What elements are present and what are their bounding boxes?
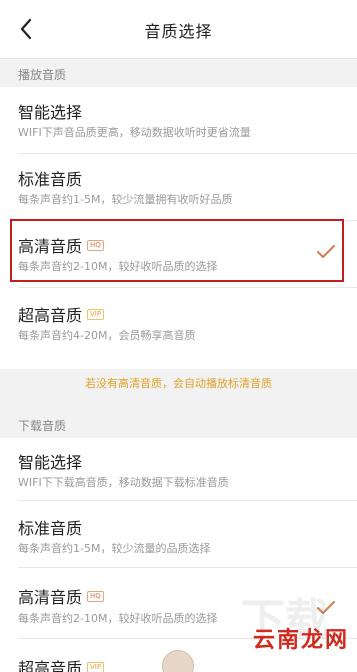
quality-settings-page: 音质选择 播放音质 智能选择 WIFI下声音品质更高，移动数据收听时更省流量 标…: [0, 0, 357, 672]
option-subtitle: 每条声音约1-5M，较少流量的品质选择: [18, 542, 211, 555]
hq-badge: HQ: [87, 590, 104, 602]
option-title-text: 高清音质: [18, 588, 83, 607]
page-title: 音质选择: [144, 22, 213, 41]
download-option-smart[interactable]: 智能选择 WIFI下下载高音质，移动数据下载标准音质: [0, 438, 357, 500]
option-subtitle: 每条声音约4-20M，会员畅享高音质: [18, 329, 196, 342]
download-option-standard[interactable]: 标准音质 每条声音约1-5M，较少流量的品质选择: [0, 501, 357, 563]
option-title: 智能选择: [18, 453, 83, 472]
option-title: 标准音质: [18, 170, 83, 189]
play-option-vip[interactable]: 超高音质 VIP 每条声音约4-20M，会员畅享高音质: [0, 288, 357, 354]
option-title: 标准音质: [18, 519, 83, 538]
play-option-smart[interactable]: 智能选择 WIFI下声音品质更高，移动数据收听时更省流量: [0, 87, 357, 153]
option-title-text: 超高音质: [18, 306, 83, 325]
highlight-annotation: [10, 219, 344, 282]
option-title: 超高音质 VIP: [18, 655, 105, 672]
vip-badge: VIP: [87, 308, 105, 320]
option-subtitle: WIFI下下载高音质，移动数据下载标准音质: [18, 476, 229, 489]
vip-badge: VIP: [87, 661, 105, 672]
watermark: 云南龙网: [252, 628, 349, 653]
option-subtitle: 每条声音约2-10M，较好收听品质的选择: [18, 612, 218, 625]
section-label-download: 下载音质: [18, 419, 67, 433]
play-option-standard[interactable]: 标准音质 每条声音约1-5M，较少流量拥有收听好品质: [0, 154, 357, 220]
option-subtitle: WIFI下声音品质更高，移动数据收听时更省流量: [18, 126, 251, 139]
option-title-text: 超高音质: [18, 659, 83, 672]
option-subtitle: 每条声音约1-5M，较少流量拥有收听好品质: [18, 193, 233, 206]
fallback-notice: 若没有高清音质，会自动播放标清音质: [85, 377, 272, 390]
section-label-play: 播放音质: [18, 68, 67, 82]
option-title: 智能选择: [18, 103, 83, 122]
option-title: 高清音质 HQ: [18, 584, 104, 608]
header-bar: 音质选择: [0, 0, 357, 59]
option-title: 超高音质 VIP: [18, 302, 105, 326]
